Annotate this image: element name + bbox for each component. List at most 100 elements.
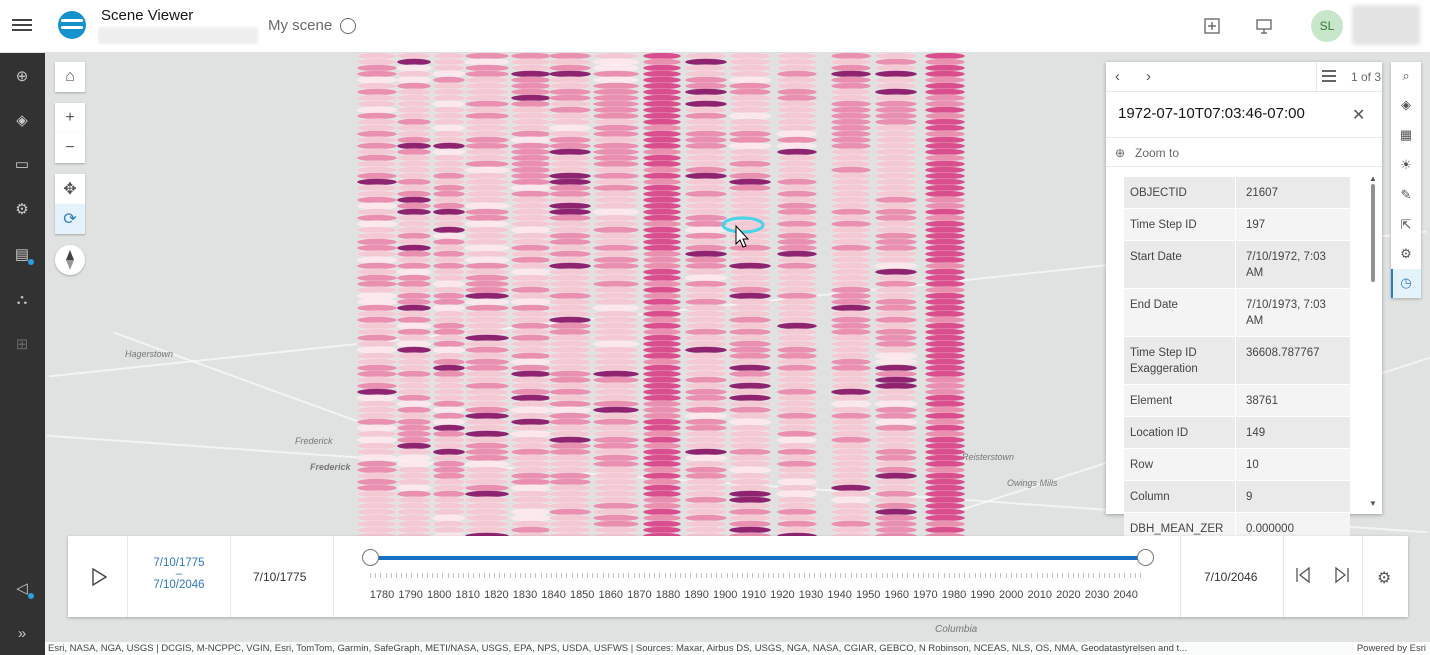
- previous-step-icon[interactable]: [1295, 566, 1311, 584]
- slider-tick: [638, 573, 640, 578]
- add-icon[interactable]: ⊕: [12, 66, 32, 86]
- slider-end-thumb[interactable]: [1137, 549, 1154, 566]
- slider-tick: [556, 573, 557, 578]
- slider-tick: [964, 573, 966, 578]
- next-step-icon[interactable]: [1334, 566, 1350, 584]
- feature-list-icon[interactable]: [1322, 70, 1336, 83]
- slider-tick: [494, 573, 495, 578]
- zoom-to-action[interactable]: ⊕ Zoom to: [1106, 137, 1382, 167]
- slider-tick: [674, 573, 676, 578]
- menu-icon[interactable]: [12, 16, 32, 36]
- time-range-label: 7/10/1775 – 7/10/2046: [130, 557, 228, 591]
- table-row: Element 38761: [1124, 385, 1350, 417]
- slider-tick: [690, 573, 692, 578]
- time-slider-icon[interactable]: ◷: [1397, 274, 1415, 292]
- zoom-out-icon[interactable]: −: [55, 133, 85, 163]
- pan-icon[interactable]: ✥: [55, 174, 85, 204]
- powered-by-esri[interactable]: Powered by Esri: [1352, 642, 1426, 655]
- data-column: [432, 53, 466, 576]
- compass-icon[interactable]: [55, 245, 85, 275]
- slider-tick: [437, 573, 439, 578]
- attribute-key: Column: [1124, 481, 1236, 512]
- slider-tick: [700, 573, 702, 578]
- slider-tick: [421, 573, 423, 578]
- scroll-down-icon[interactable]: ▼: [1369, 499, 1377, 508]
- search-icon[interactable]: ⌕: [1397, 67, 1415, 85]
- slider-tick: [953, 573, 955, 578]
- slider-track[interactable]: [370, 556, 1145, 560]
- layers-icon[interactable]: ◈: [12, 110, 32, 130]
- slider-tick: [716, 573, 718, 578]
- slider-tick: [411, 573, 413, 578]
- slider-tick: [1098, 573, 1100, 578]
- gear-icon[interactable]: ⚙: [1377, 568, 1391, 588]
- slider-tick: [1108, 573, 1110, 578]
- slider-tick: [1031, 573, 1033, 578]
- new-scene-icon[interactable]: [1203, 17, 1221, 35]
- close-icon[interactable]: ✕: [1352, 105, 1365, 125]
- slider-tick: [736, 573, 738, 578]
- slider-tick: [504, 573, 506, 578]
- slider-start-label: 7/10/1775: [253, 570, 307, 584]
- slider-tick: [514, 573, 516, 578]
- slider-tick: [938, 573, 940, 578]
- map-attribution[interactable]: Esri, NASA, NGA, USGS | DCGIS, M-NCPPC, …: [45, 642, 1430, 655]
- slider-tick: [705, 573, 707, 578]
- popup-scrollbar[interactable]: ▲ ▼: [1369, 174, 1377, 509]
- user-info-redacted: [1352, 5, 1420, 45]
- play-icon[interactable]: [91, 568, 107, 586]
- scene-name[interactable]: My scene: [268, 17, 332, 34]
- zoom-in-icon[interactable]: +: [55, 103, 85, 133]
- data-column: [464, 53, 510, 588]
- scrollbar-thumb[interactable]: [1371, 184, 1375, 282]
- share-icon[interactable]: ⇱: [1397, 216, 1415, 234]
- share-icon[interactable]: ⛬: [12, 289, 32, 309]
- slider-tick: [840, 573, 842, 578]
- data-column: [356, 53, 398, 588]
- time-slider: 7/10/1775 – 7/10/2046 7/10/1775 1780 1790…: [68, 536, 1408, 617]
- home-icon[interactable]: ⌂: [55, 62, 85, 92]
- slider-tick: [845, 573, 847, 578]
- rotate-icon[interactable]: ⟳: [55, 204, 85, 234]
- presentation-icon[interactable]: [1255, 17, 1273, 35]
- slider-tick: [390, 573, 392, 578]
- next-feature-icon[interactable]: ›: [1146, 68, 1151, 85]
- divider: [1180, 536, 1181, 617]
- year-label: 1860: [598, 589, 624, 601]
- slider-tick: [742, 573, 743, 578]
- slider-tick: [406, 573, 408, 578]
- expand-icon[interactable]: »: [12, 623, 32, 643]
- daylight-icon[interactable]: ☀: [1397, 156, 1415, 174]
- data-column: [592, 53, 640, 588]
- slider-tick: [793, 573, 795, 578]
- slider-tick: [990, 573, 991, 578]
- slider-tick: [948, 573, 950, 578]
- settings-icon[interactable]: ⚙: [12, 199, 32, 219]
- measure-icon[interactable]: ✎: [1397, 186, 1415, 204]
- basemap-gallery-icon[interactable]: ▦: [1397, 126, 1415, 144]
- slider-tick: [452, 573, 454, 578]
- zoom-to-label: Zoom to: [1135, 146, 1180, 160]
- slider-tick: [1129, 573, 1131, 578]
- slider-tick: [385, 573, 387, 578]
- scroll-up-icon[interactable]: ▲: [1369, 174, 1377, 183]
- year-label: 1870: [627, 589, 652, 601]
- layers-icon[interactable]: ◈: [1397, 96, 1415, 114]
- slider-start-thumb[interactable]: [362, 549, 379, 566]
- year-label: 1890: [684, 589, 709, 601]
- previous-feature-icon[interactable]: ‹: [1115, 68, 1120, 85]
- year-label: 1950: [855, 589, 881, 601]
- user-avatar[interactable]: SL: [1311, 10, 1343, 42]
- settings-icon[interactable]: ⚙: [1397, 245, 1415, 263]
- slider-tick: [576, 573, 578, 578]
- scene-status-icon[interactable]: [340, 18, 356, 34]
- table-row: Location ID 149: [1124, 417, 1350, 449]
- slides-icon[interactable]: ▭: [12, 154, 32, 174]
- slider-tick: [566, 573, 568, 578]
- slider-tick: [633, 573, 635, 578]
- divider: [1362, 536, 1363, 617]
- year-label: 1980: [941, 589, 967, 601]
- year-label: 1850: [569, 589, 595, 601]
- year-label: 1820: [484, 589, 509, 601]
- slider-tick: [649, 573, 650, 578]
